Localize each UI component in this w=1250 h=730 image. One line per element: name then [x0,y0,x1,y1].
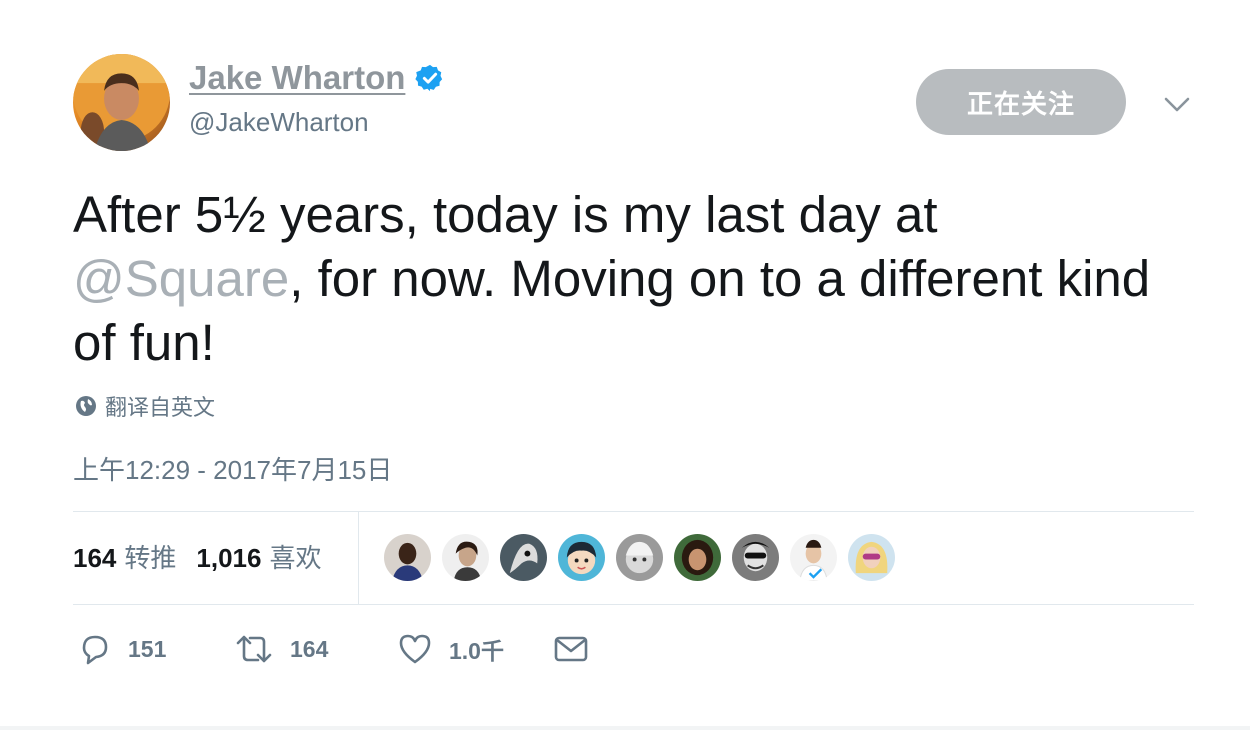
retweet-icon [236,635,272,663]
author-handle[interactable]: @JakeWharton [189,106,369,138]
author-name-row: Jake Wharton [189,58,445,98]
liker-avatar[interactable] [500,534,547,581]
likes-label: 喜欢 [269,543,322,573]
divider-top [73,511,1194,512]
liker-avatar[interactable] [558,534,605,581]
reply-count: 151 [128,635,167,662]
retweets-stat[interactable]: 164 转推 [73,538,176,575]
retweets-label: 转推 [124,543,177,573]
liker-avatars [384,534,895,581]
divider-bottom [73,604,1194,605]
translate-label: 翻译自英文 [105,395,216,420]
author-avatar[interactable] [73,54,170,151]
likes-stat[interactable]: 1,016 喜欢 [196,538,321,575]
mention-link[interactable]: @Square [73,250,289,307]
tweet-menu-button[interactable] [1160,88,1194,122]
envelope-icon [554,636,588,662]
tweet-text-part1: After 5½ years, today is my last day at [73,186,938,243]
liker-avatar[interactable] [732,534,779,581]
tweet-detail: Jake Wharton @JakeWharton 正在关注 After 5½ … [0,0,1250,730]
bottom-separator [0,726,1250,730]
tweet-actions: 151 164 1.0千 [78,632,589,666]
like-count: 1.0千 [449,638,504,664]
liker-avatar[interactable] [674,534,721,581]
retweets-count: 164 [73,543,117,573]
liker-avatar[interactable] [848,534,895,581]
like-button[interactable]: 1.0千 [397,632,553,666]
heart-icon [399,634,431,664]
tweet-text: After 5½ years, today is my last day at @… [73,183,1193,375]
chevron-down-icon [1164,97,1190,112]
tweet-timestamp[interactable]: 上午12:29 - 2017年7月15日 [73,450,392,487]
likes-count: 1,016 [196,543,262,573]
author-display-name[interactable]: Jake Wharton [189,58,405,98]
liker-avatar[interactable] [790,534,837,581]
reply-button[interactable]: 151 [78,632,234,666]
engagement-stats: 164 转推 1,016 喜欢 [73,538,322,575]
retweet-count: 164 [290,635,329,662]
verified-badge-icon [415,64,443,92]
liker-avatar[interactable] [384,534,431,581]
liker-avatar[interactable] [442,534,489,581]
reply-icon [82,635,108,665]
globe-icon [76,396,96,416]
stats-divider [358,512,359,604]
liker-avatar[interactable] [616,534,663,581]
direct-message-button[interactable] [553,634,589,664]
retweet-button[interactable]: 164 [234,632,397,666]
following-button[interactable]: 正在关注 [916,69,1126,135]
translate-link[interactable]: 翻译自英文 [75,390,215,422]
